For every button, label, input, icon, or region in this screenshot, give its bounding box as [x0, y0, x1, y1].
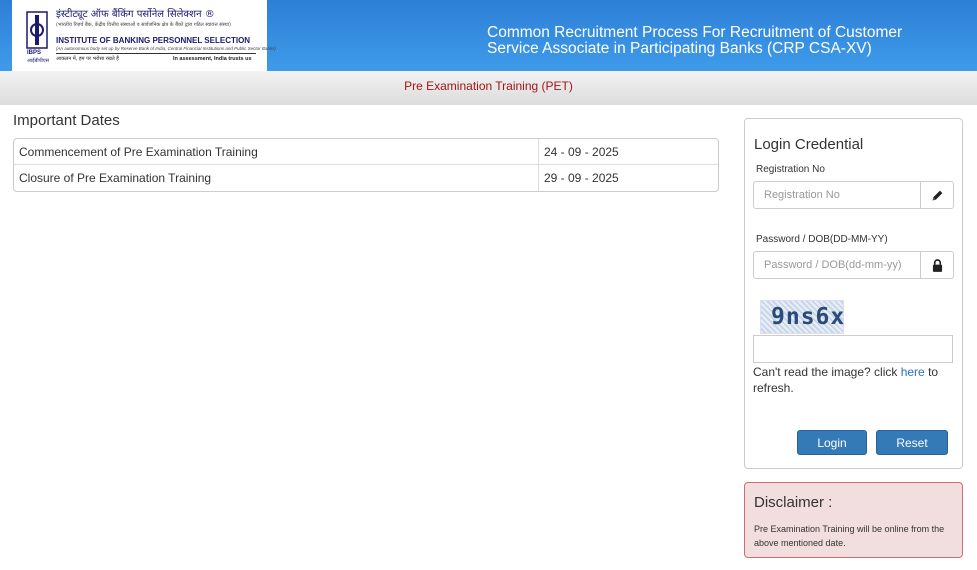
- reset-button[interactable]: Reset: [876, 430, 948, 455]
- important-dates-title: Important Dates: [13, 112, 120, 129]
- logo-hindi-subtitle: (भारतीय रिज़र्व बैंक, केंद्रीय वित्तीय स…: [56, 22, 231, 28]
- refresh-prefix: Can't read the image? click: [753, 365, 901, 379]
- logo-hindi-title: इंस्टीट्यूट ऑफ बैंकिंग पर्सोनेल सिलेक्शन…: [56, 9, 215, 20]
- password-input[interactable]: [753, 251, 921, 279]
- ibps-emblem-icon: [26, 11, 48, 49]
- password-addon: [920, 251, 954, 279]
- registration-addon: [920, 181, 954, 209]
- login-title: Login Credential: [754, 136, 864, 153]
- login-button[interactable]: Login: [797, 430, 867, 455]
- section-bar-label: Pre Examination Training (PET): [404, 79, 573, 93]
- captcha-text: 9ns6x: [771, 304, 846, 330]
- disclaimer-title: Disclaimer :: [754, 494, 833, 511]
- lock-icon: [932, 258, 942, 272]
- captcha-input[interactable]: [753, 335, 953, 363]
- page-title: Common Recruitment Process For Recruitme…: [487, 24, 903, 57]
- ibps-logo: इंस्टीट्यूट ऑफ बैंकिंग पर्सोनेल सिलेक्शन…: [12, 0, 276, 71]
- logo-ibps-hindi-text: आईबीपीएस: [27, 58, 49, 64]
- event-cell: Closure of Pre Examination Training: [19, 171, 212, 185]
- captcha-refresh-hint: Can't read the image? click here to refr…: [753, 364, 953, 396]
- section-bar: Pre Examination Training (PET): [0, 71, 977, 105]
- captcha-image: 9ns6x: [760, 300, 844, 334]
- logo-english-subtitle: (An autonomous body set up by Reserve Ba…: [56, 46, 276, 51]
- logo-divider: [56, 53, 256, 54]
- date-cell: 29 - 09 - 2025: [538, 165, 718, 191]
- logo-tagline-english: In assessment, India trusts us: [173, 56, 252, 62]
- pencil-icon: [932, 190, 942, 200]
- captcha-refresh-link[interactable]: here: [901, 365, 925, 379]
- date-cell: 24 - 09 - 2025: [538, 139, 718, 165]
- page-header: इंस्टीट्यूट ऑफ बैंकिंग पर्सोनेल सिलेक्शन…: [0, 0, 977, 71]
- logo-ibps-text: IBPS: [27, 50, 42, 56]
- logo-tagline-hindi: आकलन में, हम पर भरोसा रखते हैं: [56, 56, 119, 62]
- event-cell: Commencement of Pre Examination Training: [14, 139, 538, 165]
- disclaimer-text: Pre Examination Training will be online …: [754, 524, 945, 548]
- table-row: Closure of Pre Examination Training 29 -…: [14, 165, 718, 191]
- registration-label: Registration No: [756, 164, 825, 175]
- password-label: Password / DOB(DD-MM-YY): [756, 234, 888, 245]
- logo-english-title: INSTITUTE OF BANKING PERSONNEL SELECTION: [56, 36, 251, 45]
- registration-input[interactable]: [753, 181, 921, 209]
- important-dates-table: Commencement of Pre Examination Training…: [13, 138, 719, 192]
- table-row: Commencement of Pre Examination Training…: [14, 139, 718, 165]
- disclaimer-panel: Disclaimer : Pre Examination Training wi…: [744, 482, 963, 558]
- login-panel: Login Credential Registration No Passwor…: [744, 118, 963, 469]
